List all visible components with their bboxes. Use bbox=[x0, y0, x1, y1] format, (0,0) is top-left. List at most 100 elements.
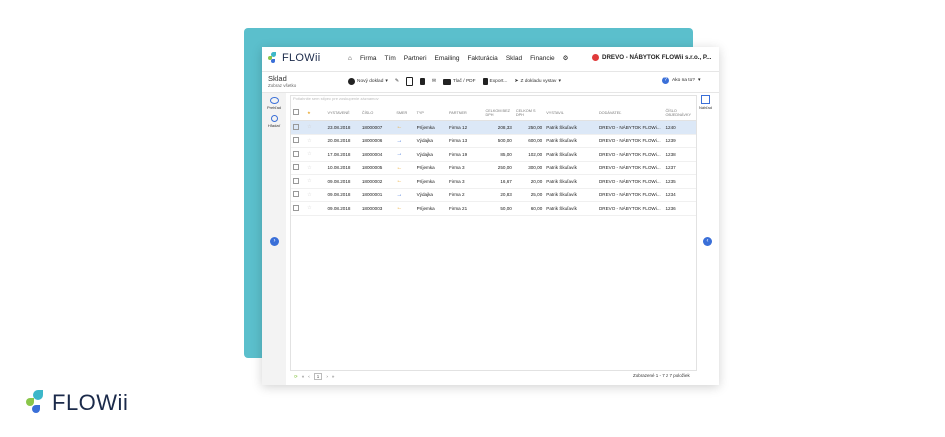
module-header: Sklad Zobraz všetko bbox=[268, 74, 296, 88]
cell-supplier: DREVO - NÁBYTOK FLOWi... bbox=[596, 120, 664, 135]
expand-sidebar-button[interactable]: › bbox=[270, 237, 279, 246]
cell-gross: 300,00 bbox=[513, 161, 545, 175]
favorite-star-icon[interactable]: ☆ bbox=[305, 120, 326, 135]
items-count: Zobrazené 1 - 7 z 7 položiek bbox=[633, 373, 690, 378]
last-page-button[interactable]: » bbox=[332, 374, 335, 379]
row-checkbox[interactable] bbox=[291, 201, 306, 216]
sidebar-item-search[interactable]: Hľadať bbox=[264, 115, 284, 128]
cell-type: Výdajka bbox=[414, 134, 447, 148]
gear-icon[interactable]: ⚙ bbox=[563, 54, 569, 62]
company-switcher[interactable]: DREVO - NÁBYTOK FLOWii s.r.o., P... bbox=[592, 54, 711, 61]
column-header-supplier[interactable]: DODÁVATEĽ bbox=[596, 105, 664, 121]
column-header-type[interactable]: TYP bbox=[414, 105, 447, 121]
export-button[interactable]: Export... bbox=[482, 78, 507, 85]
module-subtitle[interactable]: Zobraz všetko bbox=[268, 83, 296, 88]
preview-label: Náhľad bbox=[699, 105, 712, 110]
row-checkbox[interactable] bbox=[291, 134, 306, 148]
email-button[interactable]: ✉ bbox=[432, 79, 436, 84]
table-row[interactable]: ☆ 09.08.2018 18000002 ← Príjemka Firma 3 16,67… bbox=[291, 174, 696, 189]
favorite-star-icon[interactable]: ☆ bbox=[305, 134, 326, 148]
collapse-preview-button[interactable]: ‹ bbox=[703, 237, 712, 246]
create-from-document-label: Z dokladu vystav bbox=[520, 79, 557, 84]
cell-type: Príjemka bbox=[414, 161, 447, 175]
column-header-issuer[interactable]: VYSTAVIL bbox=[544, 105, 597, 121]
favorite-star-icon[interactable]: ☆ bbox=[305, 188, 326, 202]
nav-item-firma[interactable]: Firma bbox=[360, 55, 377, 62]
new-document-button[interactable]: Nový doklad ▾ bbox=[348, 78, 388, 85]
row-checkbox[interactable] bbox=[291, 188, 306, 202]
cell-number: 18000004 bbox=[359, 147, 395, 162]
copy-button[interactable] bbox=[405, 77, 413, 86]
print-button[interactable]: Tlač / PDF bbox=[442, 78, 476, 85]
cell-net: 20,83 bbox=[483, 188, 514, 202]
outgoing-arrow-icon: → bbox=[394, 147, 415, 162]
favorite-column-header[interactable]: ★ bbox=[305, 105, 326, 121]
nav-item-sklad[interactable]: Sklad bbox=[506, 55, 522, 62]
row-checkbox[interactable] bbox=[291, 174, 306, 189]
table-row[interactable]: ☆ 09.08.2018 18000001 → Výdajka Firma 2 20,83 2… bbox=[291, 188, 696, 202]
create-from-document-button[interactable]: ➤ Z dokladu vystav ▾ bbox=[514, 79, 560, 84]
prev-page-button[interactable]: ‹ bbox=[308, 374, 310, 379]
cell-net: 85,00 bbox=[483, 147, 514, 162]
cell-net: 250,00 bbox=[483, 161, 514, 175]
sidebar-item-overview[interactable]: Prehľad bbox=[264, 97, 284, 110]
column-header-number[interactable]: ČÍSLO bbox=[359, 105, 395, 121]
cell-issued: 20.08.2018 bbox=[325, 134, 360, 148]
column-header-order[interactable]: ČÍSLO OBJEDNÁVKY bbox=[663, 105, 696, 121]
favorite-star-icon[interactable]: ☆ bbox=[305, 161, 326, 175]
row-checkbox[interactable] bbox=[291, 161, 306, 175]
favorite-star-icon[interactable]: ☆ bbox=[305, 147, 326, 162]
table-row[interactable]: ☆ 09.08.2018 18000003 ← Príjemka Firma 21 50,0… bbox=[291, 201, 696, 216]
cell-gross: 20,00 bbox=[513, 174, 545, 189]
documents-grid: Potiahnite sem stĺpec pre zoskupenie záz… bbox=[290, 95, 697, 371]
company-name: DREVO - NÁBYTOK FLOWii s.r.o., P... bbox=[602, 54, 712, 61]
cell-supplier: DREVO - NÁBYTOK FLOWi... bbox=[596, 134, 664, 148]
table-row[interactable]: ☆ 23.08.2018 18000007 ← Príjemka Firma 12 208,… bbox=[291, 120, 696, 135]
table-row[interactable]: ☆ 17.08.2018 18000004 → Výdajka Firma 19 85,00… bbox=[291, 147, 696, 162]
app-logo[interactable]: FLOWii bbox=[268, 52, 320, 64]
table-row[interactable]: ☆ 20.08.2018 18000006 → Výdajka Firma 13 500,0… bbox=[291, 134, 696, 148]
table-row[interactable]: ☆ 10.08.2018 18000005 ← Príjemka Firma 3 250,0… bbox=[291, 161, 696, 175]
cell-issuer: Patrik Škuľavík bbox=[544, 120, 597, 135]
toolbar-actions: Nový doklad ▾ ✎ ✉ Tlač / PDF Export... ➤… bbox=[348, 77, 561, 86]
column-header-gross[interactable]: CELKOM S DPH bbox=[513, 105, 545, 121]
group-by-drop-zone[interactable]: Potiahnite sem stĺpec pre zoskupenie záz… bbox=[293, 96, 379, 101]
preview-toggle[interactable]: Náhľad bbox=[699, 95, 712, 110]
chevron-down-icon: ▾ bbox=[697, 78, 701, 83]
favorite-star-icon[interactable]: ☆ bbox=[305, 174, 326, 189]
next-page-button[interactable]: › bbox=[326, 374, 328, 379]
cell-order: 1236 bbox=[663, 201, 696, 216]
home-icon[interactable]: ⌂ bbox=[348, 55, 352, 62]
refresh-icon[interactable]: ⟳ bbox=[294, 374, 298, 380]
help-label: Ako na to? bbox=[672, 78, 695, 83]
cell-net: 500,00 bbox=[483, 134, 514, 148]
envelope-icon: ✉ bbox=[431, 79, 436, 84]
cell-order: 1240 bbox=[663, 120, 696, 135]
nav-item-fakturacia[interactable]: Fakturácia bbox=[467, 55, 497, 62]
edit-button[interactable]: ✎ bbox=[395, 79, 399, 84]
row-checkbox[interactable] bbox=[291, 147, 306, 162]
row-checkbox[interactable] bbox=[291, 120, 306, 135]
flowii-logo-icon bbox=[268, 52, 279, 64]
delete-button[interactable] bbox=[419, 78, 425, 85]
nav-item-partneri[interactable]: Partneri bbox=[404, 55, 427, 62]
cell-supplier: DREVO - NÁBYTOK FLOWi... bbox=[596, 161, 664, 175]
column-header-partner[interactable]: PARTNER bbox=[447, 105, 484, 121]
column-header-direction[interactable]: SMER bbox=[394, 105, 415, 121]
cell-order: 1237 bbox=[663, 161, 696, 175]
first-page-button[interactable]: « bbox=[302, 374, 305, 379]
select-all-checkbox[interactable] bbox=[291, 105, 306, 121]
printer-icon bbox=[442, 78, 451, 85]
help-button[interactable]: ? Ako na to? ▾ bbox=[662, 77, 700, 84]
cell-gross: 102,00 bbox=[513, 147, 545, 162]
nav-item-financie[interactable]: Financie bbox=[530, 55, 555, 62]
cell-supplier: DREVO - NÁBYTOK FLOWi... bbox=[596, 174, 664, 189]
sidebar: Prehľad Hľadať › bbox=[262, 93, 286, 385]
current-page[interactable]: 1 bbox=[313, 373, 323, 380]
favorite-star-icon[interactable]: ☆ bbox=[305, 201, 326, 216]
column-header-net[interactable]: CELKOM BEZ DPH bbox=[483, 105, 514, 121]
column-header-issued[interactable]: VYSTAVENÉ bbox=[325, 105, 360, 121]
nav-item-tim[interactable]: Tím bbox=[385, 55, 396, 62]
nav-item-emailing[interactable]: Emailing bbox=[435, 55, 460, 62]
flowii-logo-icon bbox=[26, 390, 46, 416]
